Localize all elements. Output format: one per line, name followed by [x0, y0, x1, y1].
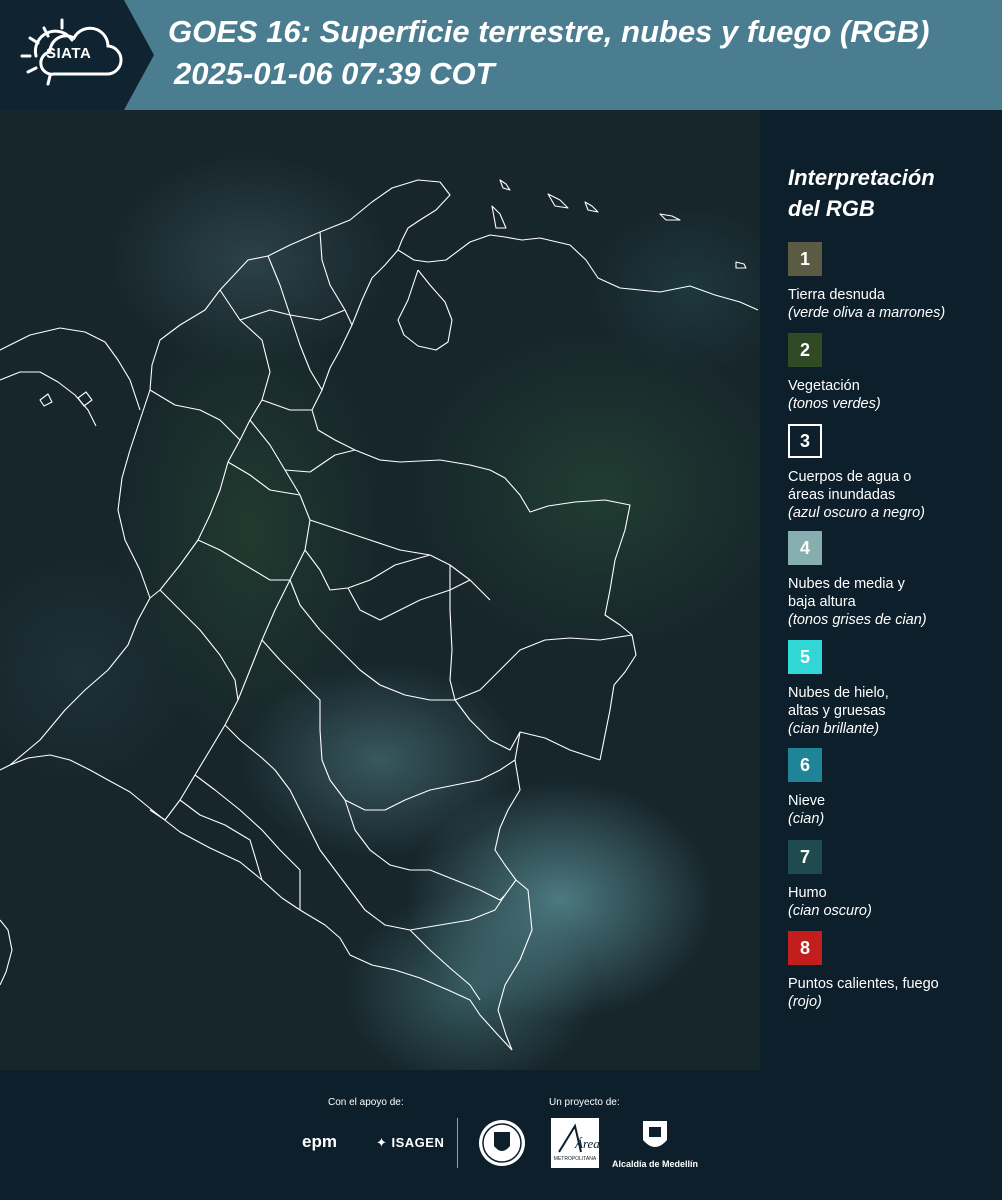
legend-item-2: 2 Vegetación (tonos verdes) — [788, 333, 998, 413]
legend-label: Humo — [788, 885, 827, 901]
border-venezuela — [311, 249, 637, 761]
pacific-coastline — [9, 289, 221, 766]
legend-label: Nubes de hielo, altas y gruesas — [788, 685, 889, 719]
area-logo-word: Área — [574, 1136, 599, 1151]
island — [39, 393, 53, 407]
legend-label: Cuerpos de agua o áreas inundadas — [788, 469, 912, 503]
panama-coast — [0, 327, 141, 411]
legend-note: (cian oscuro) — [788, 903, 872, 919]
legend-note: (verde oliva a marrones) — [788, 305, 946, 321]
logo-text: SIATA — [46, 45, 92, 62]
department-lines — [149, 289, 271, 599]
island — [77, 391, 93, 407]
legend-label: Nubes de media y baja altura — [788, 576, 905, 610]
legend-item-6: 6 Nieve (cian) — [788, 748, 998, 828]
island — [499, 179, 511, 191]
border-peru — [9, 754, 513, 1051]
island — [659, 213, 681, 221]
legend-title-line2: del RGB — [788, 196, 875, 221]
isagen-logo: ✦ ISAGEN — [376, 1135, 445, 1150]
support-caption: Con el apoyo de: — [328, 1097, 404, 1108]
legend-label: Vegetación — [788, 378, 860, 394]
legend-swatch: 5 — [788, 640, 822, 674]
satellite-map — [0, 110, 760, 1070]
legend-note: (tonos verdes) — [788, 396, 881, 412]
page-title: GOES 16: Superficie terrestre, nubes y f… — [168, 14, 930, 49]
venezuela-coast — [397, 234, 759, 311]
legend-title: Interpretación del RGB — [788, 162, 935, 224]
legend-swatch: 1 — [788, 242, 822, 276]
legend-swatch: 4 — [788, 531, 822, 565]
legend-swatch: 8 — [788, 931, 822, 965]
legend-label: Tierra desnuda — [788, 287, 885, 303]
island — [491, 205, 507, 229]
page-timestamp: 2025-01-06 07:39 COT — [174, 56, 495, 91]
legend-note: (tonos grises de cian) — [788, 612, 927, 628]
border-ecuador — [0, 764, 11, 771]
legend-swatch: 6 — [788, 748, 822, 782]
island — [547, 193, 569, 209]
legend-item-1: 1 Tierra desnuda (verde oliva a marrones) — [788, 242, 998, 322]
epm-logo: epm — [302, 1132, 337, 1151]
legend-swatch: 7 — [788, 840, 822, 874]
isagen-text: ISAGEN — [391, 1135, 445, 1150]
legend-note: (cian) — [788, 811, 825, 827]
legend-swatch: 3 — [788, 424, 822, 458]
panama-south-coast — [0, 371, 97, 427]
project-caption: Un proyecto de: — [549, 1097, 620, 1108]
legend-label: Puntos calientes, fuego — [788, 976, 939, 992]
area-metropolitana-logo: Área METROPOLITANA — [551, 1118, 600, 1168]
area-logo-subtext: METROPOLITANA — [554, 1156, 597, 1162]
alcaldia-shield-icon — [643, 1121, 667, 1147]
footer-divider — [457, 1118, 458, 1168]
caribbean-coastline — [219, 179, 451, 291]
legend-label: Nieve — [788, 793, 826, 809]
legend-title-line1: Interpretación — [788, 165, 935, 190]
legend-note: (rojo) — [788, 994, 822, 1010]
legend-item-5: 5 Nubes de hielo, altas y gruesas (cian bri… — [788, 640, 998, 738]
legend-item-7: 7 Humo (cian oscuro) — [788, 840, 998, 920]
alcaldia-label: Alcaldía de Medellín — [612, 1159, 699, 1169]
ecuador-coast — [0, 919, 13, 986]
legend-swatch: 2 — [788, 333, 822, 367]
legend-item-4: 4 Nubes de media y baja altura (tonos grise… — [788, 531, 998, 629]
university-seal-icon — [479, 1120, 525, 1166]
lake-maracaibo — [397, 269, 453, 351]
legend-item-8: 8 Puntos calientes, fuego (rojo) — [788, 931, 998, 1011]
boundary-overlay — [0, 179, 759, 1051]
island — [584, 201, 599, 213]
legend-item-3: 3 Cuerpos de agua o áreas inundadas (azul o… — [788, 424, 998, 522]
island — [735, 261, 747, 269]
legend-note: (cian brillante) — [788, 721, 880, 737]
legend-note: (azul oscuro a negro) — [788, 505, 926, 521]
border-brazil — [494, 731, 601, 1051]
